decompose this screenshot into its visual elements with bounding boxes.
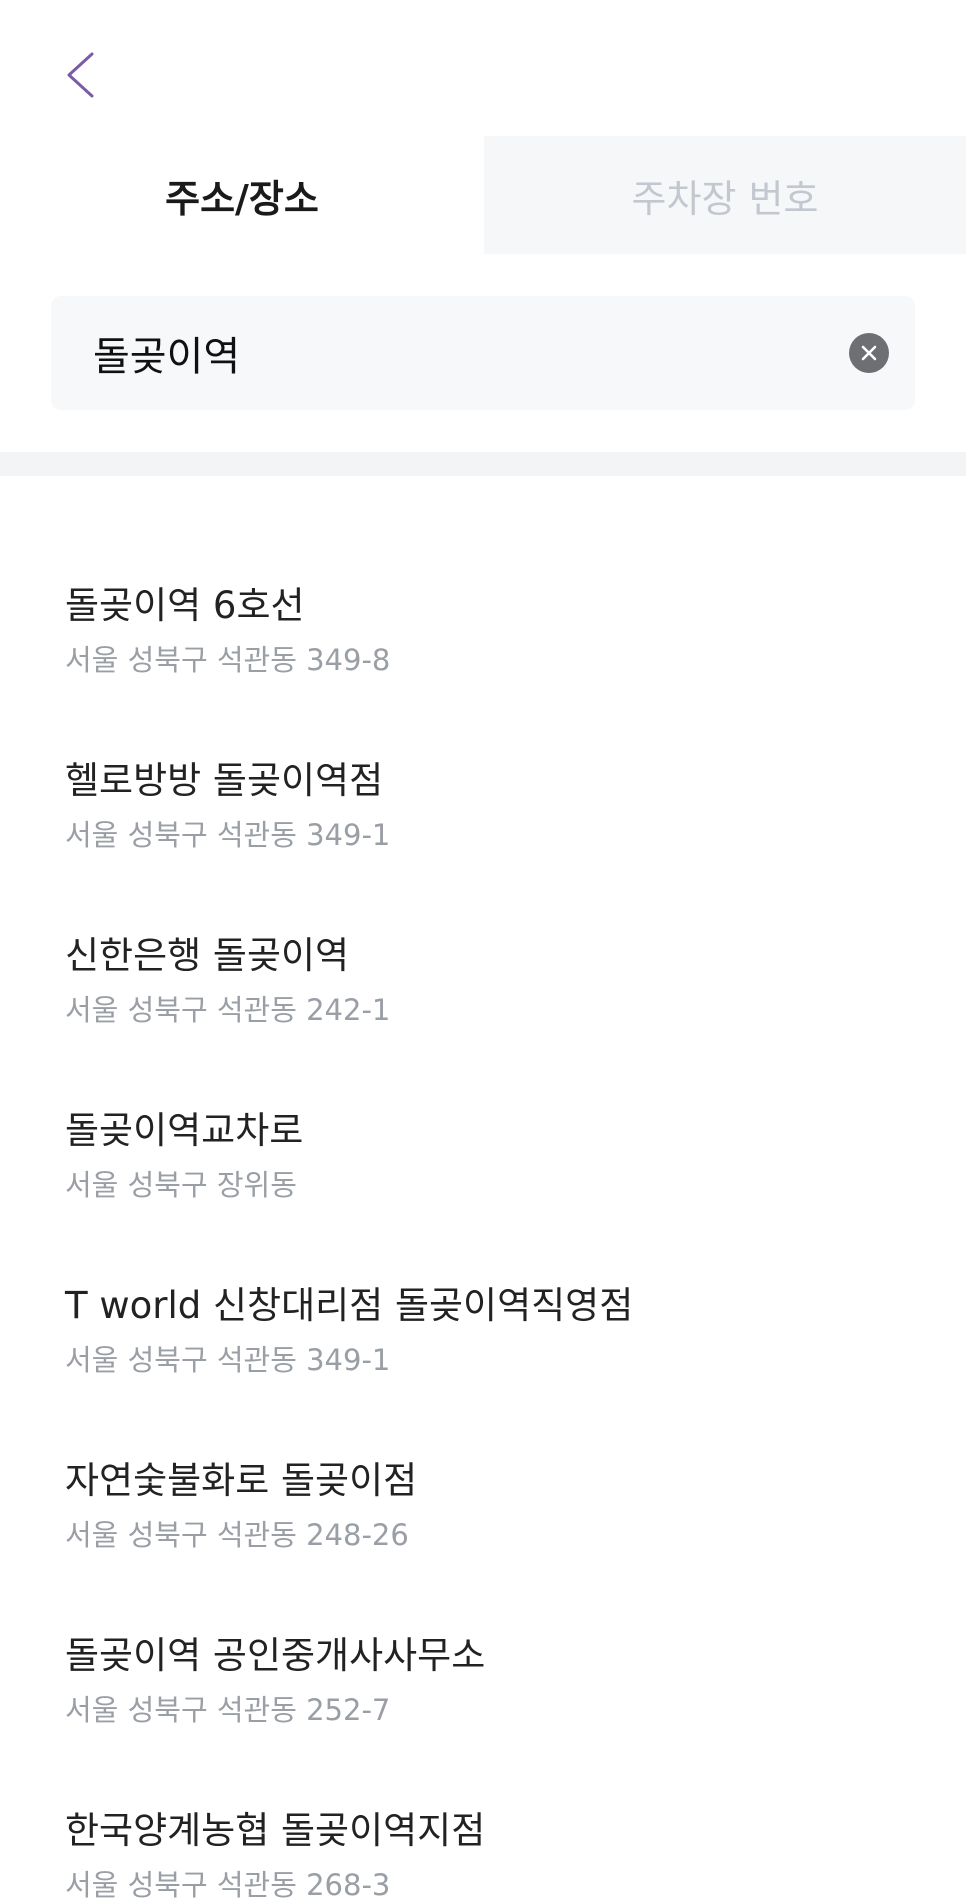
chevron-left-icon bbox=[67, 52, 94, 98]
tab-bar: 주소/장소 주차장 번호 bbox=[0, 136, 966, 254]
result-address: 서울 성북구 석관동 252-7 bbox=[65, 1693, 391, 1727]
result-title: T world 신창대리점 돌곶이역직영점 bbox=[65, 1284, 634, 1327]
result-item[interactable]: 돌곶이역교차로 서울 성북구 장위동 bbox=[0, 1101, 966, 1276]
search-page: 주소/장소 주차장 번호 돌곶이역 6호선 서울 성북구 석관동 349-8 헬… bbox=[0, 0, 966, 1903]
result-item[interactable]: 자연숯불화로 돌곶이점 서울 성북구 석관동 248-26 bbox=[0, 1451, 966, 1626]
back-button[interactable] bbox=[50, 40, 110, 110]
result-item[interactable]: 한국양계농협 돌곶이역지점 서울 성북구 석관동 268-3 bbox=[0, 1801, 966, 1903]
result-item[interactable]: 돌곶이역 6호선 서울 성북구 석관동 349-8 bbox=[0, 576, 966, 751]
result-address: 서울 성북구 석관동 268-3 bbox=[65, 1868, 391, 1902]
result-item[interactable]: 헬로방방 돌곶이역점 서울 성북구 석관동 349-1 bbox=[0, 751, 966, 926]
search-results-list: 돌곶이역 6호선 서울 성북구 석관동 349-8 헬로방방 돌곶이역점 서울 … bbox=[0, 576, 966, 1903]
result-title: 자연숯불화로 돌곶이점 bbox=[65, 1459, 418, 1502]
tab-address-place[interactable]: 주소/장소 bbox=[0, 136, 484, 254]
search-box bbox=[51, 295, 915, 411]
result-title: 헬로방방 돌곶이역점 bbox=[65, 759, 384, 802]
tab-parking-number[interactable]: 주차장 번호 bbox=[484, 136, 966, 254]
result-title: 신한은행 돌곶이역 bbox=[65, 934, 350, 977]
result-address: 서울 성북구 석관동 349-8 bbox=[65, 643, 391, 677]
result-title: 돌곶이역 공인중개사사무소 bbox=[65, 1634, 486, 1677]
result-item[interactable]: 돌곶이역 공인중개사사무소 서울 성북구 석관동 252-7 bbox=[0, 1626, 966, 1801]
section-divider bbox=[0, 452, 966, 476]
clear-search-button[interactable] bbox=[849, 333, 889, 373]
result-address: 서울 성북구 장위동 bbox=[65, 1168, 297, 1202]
search-input[interactable] bbox=[51, 295, 849, 411]
result-item[interactable]: T world 신창대리점 돌곶이역직영점 서울 성북구 석관동 349-1 bbox=[0, 1276, 966, 1451]
result-title: 돌곶이역교차로 bbox=[65, 1109, 304, 1152]
result-address: 서울 성북구 석관동 248-26 bbox=[65, 1518, 409, 1552]
result-title: 한국양계농협 돌곶이역지점 bbox=[65, 1809, 486, 1852]
close-icon bbox=[861, 345, 877, 361]
result-address: 서울 성북구 석관동 349-1 bbox=[65, 818, 391, 852]
result-title: 돌곶이역 6호선 bbox=[65, 584, 305, 627]
result-item[interactable]: 신한은행 돌곶이역 서울 성북구 석관동 242-1 bbox=[0, 926, 966, 1101]
result-address: 서울 성북구 석관동 242-1 bbox=[65, 993, 391, 1027]
result-address: 서울 성북구 석관동 349-1 bbox=[65, 1343, 391, 1377]
